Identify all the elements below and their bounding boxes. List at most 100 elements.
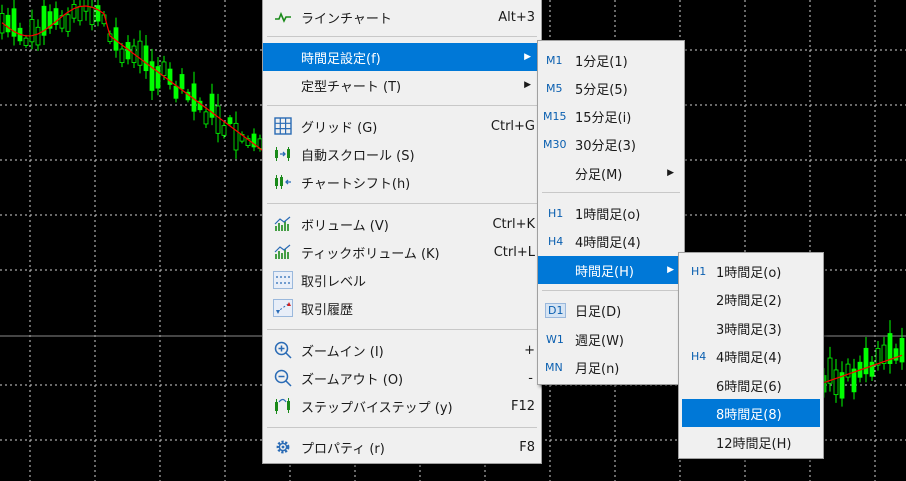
submenu-arrow-icon: ▶: [524, 52, 531, 62]
candle-body: [71, 4, 77, 19]
candle-body: [23, 37, 29, 46]
menu-label: 6時間足(6): [716, 379, 782, 395]
timeframe-item-w1[interactable]: W1 週足(W): [538, 325, 684, 353]
timeframe-tag: M5: [546, 81, 563, 95]
menu-shortcut: Ctrl+G: [490, 118, 535, 134]
menu-label: 1時間足(o): [716, 265, 782, 281]
menu-item-line-chart[interactable]: ラインチャート Alt+3: [263, 3, 541, 31]
menu-label: ラインチャート: [301, 11, 392, 27]
menu-label: 日足(D): [575, 304, 622, 320]
timeframe-tag: M1: [546, 53, 563, 67]
menu-shortcut: F12: [510, 398, 535, 414]
menu-item-volume[interactable]: ボリューム (V) Ctrl+K: [263, 210, 541, 238]
submenu-arrow-icon: ▶: [524, 80, 531, 90]
timeframe-item-minutes[interactable]: 分足(M) ▶: [538, 159, 684, 187]
menu-item-properties[interactable]: プロパティ (r) F8: [263, 433, 541, 461]
menu-label: 3時間足(3): [716, 322, 782, 338]
timeframe-tag: H4: [691, 349, 707, 363]
candle-body: [143, 45, 149, 72]
hour-item-h1[interactable]: H1 1時間足(o): [679, 257, 823, 285]
candle-body: [77, 6, 83, 22]
candle-body: [161, 61, 167, 76]
autoscroll-icon: [273, 144, 293, 164]
candle-body: [233, 122, 239, 151]
menu-item-autoscroll[interactable]: 自動スクロール (S): [263, 140, 541, 168]
menu-item-template[interactable]: 定型チャート (T) ▶: [263, 71, 541, 99]
menu-item-timeframe[interactable]: 時間足設定(f) ▶: [263, 43, 541, 71]
menu-item-zoom-out[interactable]: ズームアウト (O) -: [263, 364, 541, 392]
menu-label: ティックボリューム (K): [301, 246, 440, 262]
submenu-arrow-icon: ▶: [667, 168, 674, 178]
menu-label: 時間足(H): [575, 264, 634, 280]
menu-shortcut: Ctrl+K: [492, 216, 535, 232]
menu-label: 週足(W): [575, 333, 624, 349]
candle-body: [5, 14, 11, 33]
menu-label: 1時間足(o): [575, 207, 641, 223]
timeframe-tag: W1: [546, 332, 564, 346]
tick-volume-icon: [273, 242, 293, 262]
menu-label: 4時間足(4): [716, 350, 782, 366]
menu-label: 定型チャート (T): [301, 79, 402, 95]
timeframe-item-m1[interactable]: M1 1分足(1): [538, 46, 684, 74]
timeframe-item-hours[interactable]: 時間足(H) ▶: [538, 256, 684, 284]
menu-label: ズームイン (I): [301, 344, 384, 360]
timeframe-item-m15[interactable]: M15 15分足(i): [538, 102, 684, 130]
menu-separator: [267, 203, 537, 204]
hour-item-h6[interactable]: 6時間足(6): [679, 371, 823, 399]
grid-icon: [273, 116, 293, 136]
menu-label: 取引履歴: [301, 302, 354, 318]
volume-icon: [273, 214, 293, 234]
candle-body: [899, 337, 905, 363]
menu-label: 15分足(i): [575, 110, 632, 126]
zoom-out-icon: [273, 368, 293, 388]
menu-item-zoom-in[interactable]: ズームイン (I) +: [263, 336, 541, 364]
timeframe-item-mn[interactable]: MN 月足(n): [538, 353, 684, 381]
timeframe-tag: D1: [545, 302, 567, 318]
menu-separator: [267, 105, 537, 106]
menu-label: 8時間足(8): [716, 407, 782, 423]
candle-body: [863, 347, 869, 375]
hour-item-h4[interactable]: H4 4時間足(4): [679, 342, 823, 370]
menu-separator: [267, 36, 537, 37]
timeframe-tag: M15: [543, 109, 567, 123]
hour-item-h8[interactable]: 8時間足(8): [682, 399, 820, 427]
menu-label: 分足(M): [575, 167, 623, 183]
timeframe-item-d1[interactable]: D1 日足(D): [538, 296, 684, 324]
timeframe-tag: H1: [691, 264, 707, 278]
hour-item-h3[interactable]: 3時間足(3): [679, 314, 823, 342]
candle-body: [95, 5, 101, 22]
menu-item-grid[interactable]: グリッド (G) Ctrl+G: [263, 112, 541, 140]
line-chart-icon: [273, 7, 293, 27]
hour-timeframe-submenu: H1 1時間足(o) 2時間足(2) 3時間足(3) H4 4時間足(4) 6時…: [678, 252, 824, 459]
menu-shortcut: Alt+3: [498, 9, 535, 25]
menu-item-tick-volume[interactable]: ティックボリューム (K) Ctrl+L: [263, 238, 541, 266]
candle-body: [35, 26, 41, 46]
menu-label: プロパティ (r): [301, 441, 385, 457]
chart-shift-icon: [273, 172, 293, 192]
menu-item-trade-history[interactable]: 取引履歴: [263, 294, 541, 322]
candle-body: [29, 19, 35, 43]
timeframe-tag: MN: [545, 360, 563, 374]
menu-item-trade-levels[interactable]: 取引レベル: [263, 266, 541, 294]
timeframe-item-m5[interactable]: M5 5分足(5): [538, 74, 684, 102]
hour-item-h2[interactable]: 2時間足(2): [679, 285, 823, 313]
timeframe-tag: H4: [548, 234, 564, 248]
candle-body: [179, 74, 185, 90]
menu-label: 取引レベル: [301, 274, 367, 290]
candle-body: [221, 125, 227, 136]
timeframe-item-h1[interactable]: H1 1時間足(o): [538, 199, 684, 227]
trade-history-icon: [273, 298, 293, 318]
timeframe-item-h4[interactable]: H4 4時間足(4): [538, 227, 684, 255]
menu-separator: [267, 427, 537, 428]
menu-label: 1分足(1): [575, 54, 628, 70]
menu-label: 4時間足(4): [575, 235, 641, 251]
timeframe-item-m30[interactable]: M30 30分足(3): [538, 130, 684, 158]
step-by-step-icon: [273, 396, 293, 416]
candle-body: [137, 40, 143, 66]
menu-item-chart-shift[interactable]: チャートシフト(h): [263, 168, 541, 196]
menu-separator: [267, 329, 537, 330]
hour-item-h12[interactable]: 12時間足(H): [679, 428, 823, 456]
menu-shortcut: Ctrl+L: [493, 244, 535, 260]
menu-item-step-by-step[interactable]: ステップバイステップ (y) F12: [263, 392, 541, 420]
candle-body: [869, 361, 875, 377]
